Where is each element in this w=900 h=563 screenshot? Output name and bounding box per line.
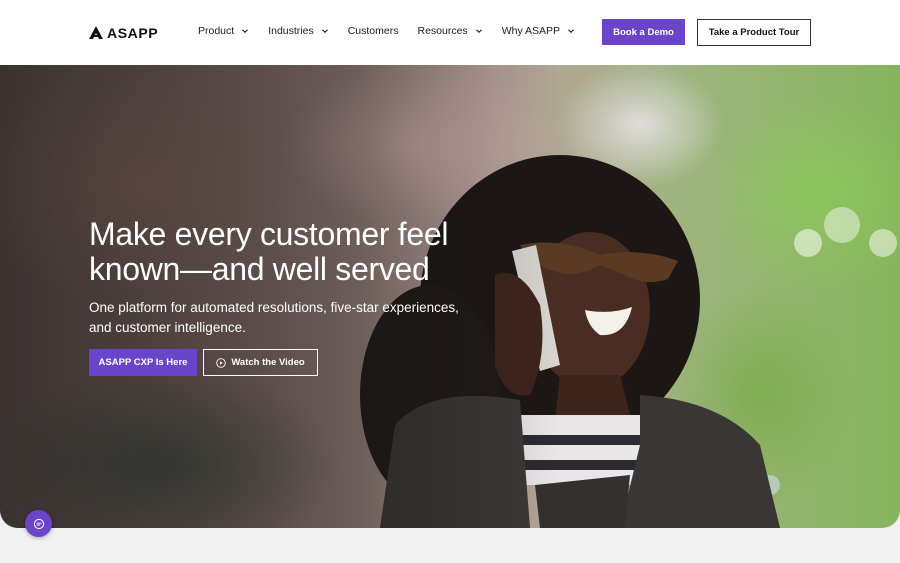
- hero-title-line-1: Make every customer feel: [89, 216, 449, 252]
- nav-item-label: Customers: [347, 25, 399, 37]
- hero-title: Make every customer feel known—and well …: [89, 217, 509, 287]
- nav-item-product[interactable]: Product: [198, 25, 249, 37]
- nav-item-industries[interactable]: Industries: [268, 25, 329, 37]
- nav-item-label: Why ASAPP: [501, 25, 561, 37]
- main-nav: Product Industries Customers Resources W…: [198, 25, 594, 37]
- play-circle-icon: [216, 357, 227, 368]
- nav-item-label: Product: [198, 25, 235, 37]
- nav-item-customers[interactable]: Customers: [348, 25, 399, 37]
- hero-title-line-2: known—and well served: [89, 251, 430, 287]
- watch-video-label: Watch the Video: [231, 357, 305, 368]
- chevron-down-icon: [568, 29, 574, 33]
- nav-item-label: Industries: [268, 25, 314, 37]
- hero-subtitle-line-2: and customer intelligence.: [89, 319, 246, 335]
- product-tour-button[interactable]: Take a Product Tour: [697, 19, 811, 46]
- site-header: ASAPP Product Industries Customers Resou…: [0, 0, 900, 65]
- nav-item-why-asapp[interactable]: Why ASAPP: [502, 25, 575, 37]
- hero-overlay: [0, 65, 900, 528]
- logo-text: ASAPP: [107, 25, 159, 41]
- chevron-down-icon: [321, 29, 328, 33]
- chevron-down-icon: [475, 29, 482, 33]
- book-demo-button[interactable]: Book a Demo: [602, 19, 685, 45]
- asapp-logo-mark-icon: [89, 26, 103, 39]
- nav-item-label: Resources: [417, 25, 468, 37]
- cxp-cta-button[interactable]: ASAPP CXP Is Here: [89, 349, 197, 376]
- hero-subtitle-line-1: One platform for automated resolutions, …: [89, 300, 459, 315]
- hero-subtitle: One platform for automated resolutions, …: [89, 298, 489, 337]
- chat-bubble-icon: [33, 518, 44, 529]
- chat-launcher-button[interactable]: [25, 510, 52, 537]
- hero-section: Make every customer feel known—and well …: [0, 65, 900, 528]
- watch-video-button[interactable]: Watch the Video: [203, 349, 318, 376]
- nav-item-resources[interactable]: Resources: [417, 25, 482, 37]
- chevron-down-icon: [242, 29, 249, 33]
- asapp-logo[interactable]: ASAPP: [89, 24, 158, 42]
